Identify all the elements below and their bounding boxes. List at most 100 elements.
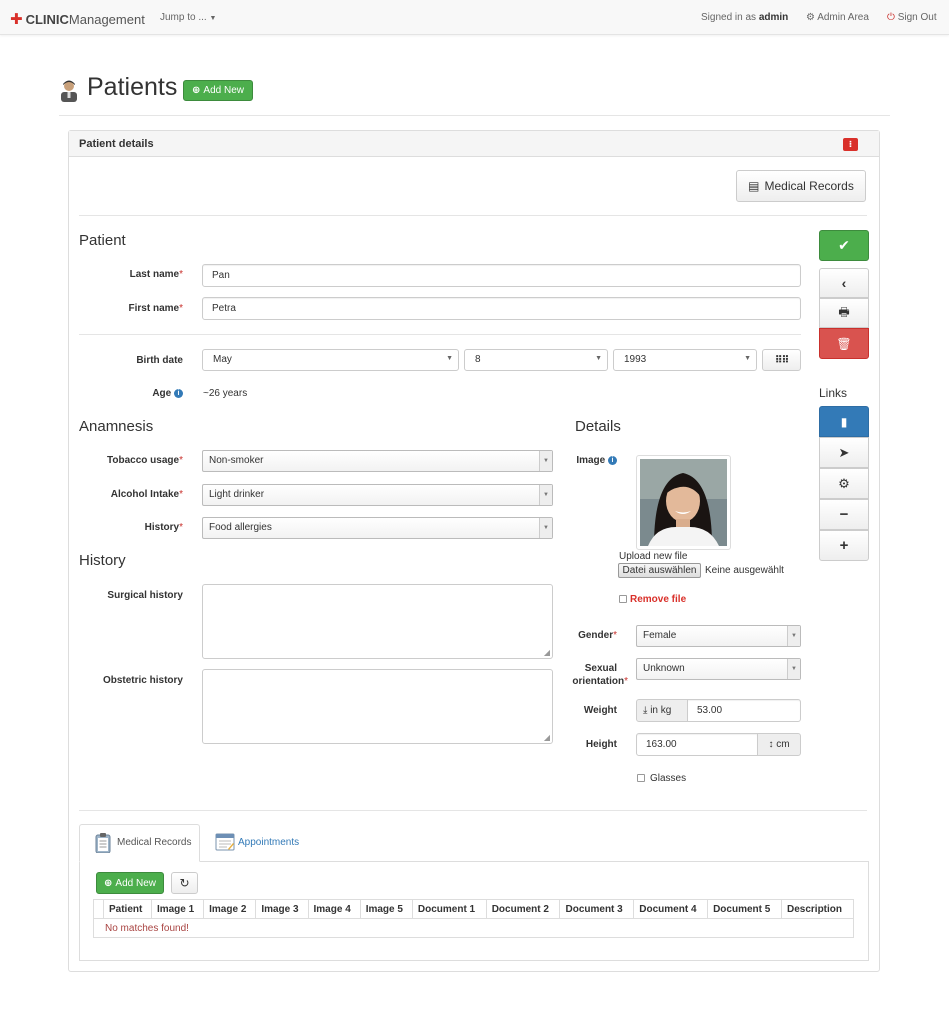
patient-photo-image [640, 459, 727, 546]
history-label-text: History [144, 522, 180, 533]
plus-icon: + [839, 537, 849, 554]
print-button[interactable]: 🖶 [819, 298, 869, 328]
sign-out-link[interactable]: ⏻ Sign Out [887, 12, 937, 23]
refresh-button[interactable]: ↻ [171, 872, 198, 894]
table-header[interactable]: Image 4 [307, 899, 361, 919]
table-header[interactable]: Document 4 [633, 899, 709, 919]
alert-icon[interactable]: ⁝ [843, 138, 858, 151]
alcohol-select[interactable]: Light drinker ▼ [202, 484, 553, 506]
list-icon: ▤ [748, 179, 760, 193]
birth-day-select[interactable]: 8 ▼ [464, 349, 608, 371]
history-label: History* [90, 522, 183, 533]
weight-value: 53.00 [697, 705, 723, 716]
refresh-icon: ↻ [179, 876, 190, 890]
caret-down-icon: ▼ [787, 659, 800, 679]
info-icon[interactable]: i [608, 456, 617, 465]
chevron-left-icon: ‹ [841, 275, 847, 291]
glasses-label[interactable]: Glasses [650, 773, 686, 784]
tobacco-label-text: Tobacco usage [107, 455, 180, 466]
delete-button[interactable]: 🗑 [819, 328, 869, 359]
birth-year-select[interactable]: 1993 ▼ [613, 349, 757, 371]
caret-down-icon: ▼ [787, 626, 800, 646]
trash-icon: 🗑 [836, 336, 852, 351]
patient-photo[interactable] [636, 455, 731, 550]
save-button[interactable]: ✔ [819, 230, 869, 261]
table-header[interactable]: Image 2 [203, 899, 257, 919]
resize-grip-icon[interactable]: ◢ [544, 733, 550, 742]
add-new-patient-button[interactable]: ⊕ Add New [183, 80, 253, 101]
remove-file-label[interactable]: Remove file [630, 594, 686, 605]
link-settings-button[interactable]: ⚙ [819, 468, 869, 499]
first-name-field[interactable]: Petra [202, 297, 801, 320]
last-name-label: Last name* [90, 269, 183, 280]
height-unit: cm [776, 739, 790, 750]
table-header[interactable]: Image 3 [255, 899, 309, 919]
history-select[interactable]: Food allergies ▼ [202, 517, 553, 539]
info-icon[interactable]: i [174, 389, 183, 398]
add-new-record-button[interactable]: ⊕ Add New [96, 872, 164, 894]
weight-input[interactable]: 53.00 [687, 699, 801, 722]
medical-records-button[interactable]: ▤ Medical Records [736, 170, 866, 202]
resize-grip-icon[interactable]: ◢ [544, 648, 550, 657]
link-minus-button[interactable]: − [819, 499, 869, 530]
link-send-button[interactable]: ➤ [819, 437, 869, 468]
patient-heading: Patient [79, 232, 126, 249]
birth-month-select[interactable]: May ▼ [202, 349, 459, 371]
gender-label-text: Gender [578, 630, 614, 641]
sexual-orientation-label-line2: orientation* [560, 676, 628, 687]
patient-divider [79, 334, 801, 335]
header-divider [59, 115, 890, 116]
required-mark: * [179, 455, 183, 466]
obstetric-history-textarea[interactable]: ◢ [202, 669, 553, 744]
sexual-label-line1: Sexual [584, 663, 617, 674]
anamnesis-heading: Anamnesis [79, 418, 154, 435]
birth-year-value: 1993 [624, 354, 647, 365]
admin-area-label: Admin Area [817, 12, 869, 23]
remove-file-checkbox[interactable] [619, 595, 627, 603]
image-label: Image i [560, 455, 617, 466]
back-button[interactable]: ‹ [819, 268, 869, 298]
weight-unit-addon: ⤓ in kg [636, 699, 688, 722]
surgical-history-textarea[interactable]: ◢ [202, 584, 553, 659]
height-value: 163.00 [646, 739, 677, 750]
sexual-label-line2: orientation [572, 676, 625, 687]
tobacco-label: Tobacco usage* [90, 455, 183, 466]
alcohol-label: Alcohol Intake* [90, 489, 183, 500]
brand-link[interactable]: ✚ CLINICManagement [10, 10, 145, 28]
tab-appointments[interactable]: Appointments [213, 830, 313, 856]
link-file-button[interactable]: ▮ [819, 406, 869, 437]
check-icon: ✔ [838, 237, 850, 253]
height-input[interactable]: 163.00 [636, 733, 758, 756]
signed-in-text: Signed in as admin [701, 12, 788, 23]
brand-bold: CLINIC [25, 12, 69, 27]
table-header[interactable]: Document 3 [559, 899, 635, 919]
page-title: Patients [87, 73, 178, 101]
caret-down-icon: ▼ [539, 451, 552, 471]
last-name-field[interactable]: Pan [202, 264, 801, 287]
caret-down-icon: ▼ [539, 518, 552, 538]
table-header[interactable]: Document 1 [411, 899, 487, 919]
tobacco-select[interactable]: Non-smoker ▼ [202, 450, 553, 472]
table-header[interactable]: Patient [103, 899, 152, 919]
table-header[interactable]: Image 5 [359, 899, 413, 919]
add-new-record-label: Add New [115, 877, 156, 889]
table-header[interactable]: Document 5 [707, 899, 782, 919]
jump-to-menu[interactable]: Jump to ... ▼ [160, 12, 216, 23]
table-header[interactable]: Document 2 [485, 899, 561, 919]
choose-file-button[interactable]: Datei auswählen [618, 563, 701, 578]
calendar-button[interactable]: ⠿⠿ [762, 349, 801, 371]
first-name-label: First name* [90, 303, 183, 314]
link-plus-button[interactable]: + [819, 530, 869, 561]
sexual-orientation-select[interactable]: Unknown ▼ [636, 658, 801, 680]
table-header[interactable]: Description [781, 899, 854, 919]
age-value: ~26 years [203, 388, 248, 399]
tab-medical-records[interactable]: Medical Records [79, 824, 200, 862]
table-header[interactable]: Image 1 [150, 899, 205, 919]
glasses-checkbox[interactable] [637, 774, 645, 782]
required-mark: * [624, 676, 628, 687]
sexual-orientation-label: Sexual [560, 663, 617, 674]
birth-day-value: 8 [475, 354, 481, 365]
plus-icon: ✚ [10, 11, 23, 28]
gender-select[interactable]: Female ▼ [636, 625, 801, 647]
admin-area-link[interactable]: ⚙ Admin Area [806, 12, 869, 23]
